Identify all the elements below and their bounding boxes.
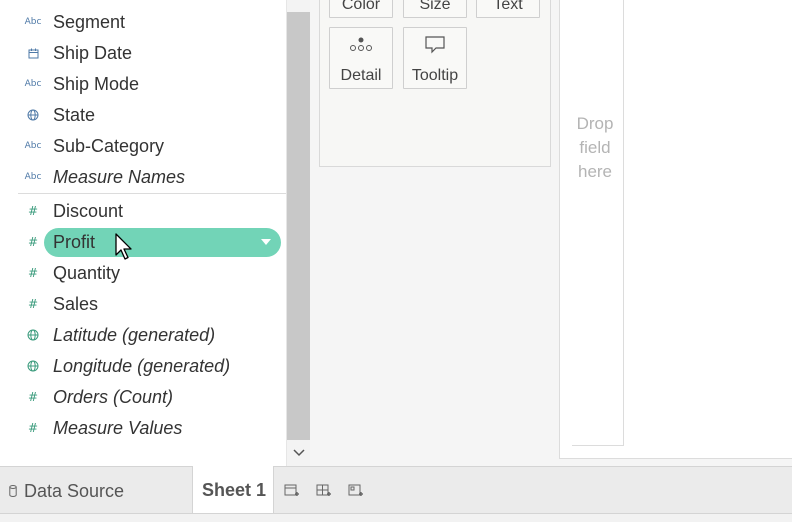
color-button-label: Color: [341, 0, 381, 13]
field-sub-category[interactable]: Abc Sub-Category: [0, 131, 286, 161]
drop-field-hint: Drop field here: [576, 114, 614, 181]
hash-icon: #: [27, 204, 39, 218]
data-pane: Abc Segment Ship Date Abc Ship Mode Stat…: [0, 0, 286, 466]
field-label: Sales: [53, 293, 99, 314]
mouse-pointer-icon: [114, 233, 134, 266]
database-icon: [9, 484, 17, 502]
marks-text-button[interactable]: Text: [476, 0, 540, 18]
field-label: Quantity: [53, 262, 121, 283]
field-label: Measure Names: [53, 166, 186, 187]
hash-icon: #: [27, 390, 39, 404]
globe-icon: [24, 109, 42, 121]
field-latitude[interactable]: Latitude (generated): [0, 320, 286, 350]
marks-size-button[interactable]: Size: [403, 0, 467, 18]
marks-detail-button[interactable]: Detail: [329, 27, 393, 89]
field-label: Ship Mode: [53, 73, 140, 94]
field-label: Profit: [53, 231, 96, 252]
field-label: Segment: [53, 11, 126, 32]
abc-icon: Abc: [24, 141, 42, 151]
marks-shelf-area: Color Size Text Detail Tooltip: [310, 0, 558, 466]
size-button-label: Size: [419, 0, 451, 13]
field-sales[interactable]: # Sales: [0, 289, 286, 319]
field-ship-mode[interactable]: Abc Ship Mode: [0, 69, 286, 99]
field-label: Longitude (generated): [53, 355, 231, 376]
field-label: Latitude (generated): [53, 324, 216, 345]
hash-icon: #: [27, 297, 39, 311]
field-profit[interactable]: # Profit: [0, 227, 286, 257]
marks-card: Color Size Text Detail Tooltip: [319, 0, 551, 167]
field-orders-count[interactable]: # Orders (Count): [0, 382, 286, 412]
marks-tooltip-button[interactable]: Tooltip: [403, 27, 467, 89]
scrollbar-thumb[interactable]: [287, 12, 310, 440]
detail-icon: [330, 36, 392, 52]
abc-icon: Abc: [24, 172, 42, 182]
data-source-label: Data Source: [24, 481, 125, 501]
status-bar: [0, 513, 792, 522]
hash-icon: #: [27, 266, 39, 280]
abc-icon: Abc: [24, 79, 42, 89]
marks-color-button[interactable]: Color: [329, 0, 393, 18]
scroll-down-arrow-icon[interactable]: [287, 442, 310, 464]
text-button-label: Text: [493, 0, 523, 13]
new-dashboard-icon[interactable]: [315, 482, 333, 500]
field-label: Discount: [53, 200, 124, 221]
data-pane-scrollbar[interactable]: [286, 0, 310, 466]
dimensions-measures-divider: [18, 193, 286, 194]
tab-sheet-1[interactable]: Sheet 1: [192, 466, 274, 513]
field-measure-names[interactable]: Abc Measure Names: [0, 162, 286, 192]
sheet-tab-label: Sheet 1: [202, 480, 267, 500]
rows-drop-zone[interactable]: [572, 0, 624, 446]
field-label: Measure Values: [53, 417, 183, 438]
field-state[interactable]: State: [0, 100, 286, 130]
new-story-icon[interactable]: [347, 482, 365, 500]
field-label: Orders (Count): [53, 386, 174, 407]
tooltip-button-label: Tooltip: [411, 67, 459, 84]
field-longitude[interactable]: Longitude (generated): [0, 351, 286, 381]
field-measure-values[interactable]: # Measure Values: [0, 413, 286, 443]
detail-button-label: Detail: [340, 67, 382, 84]
hash-icon: #: [27, 235, 39, 249]
sheet-tab-bar: Data Source Sheet 1: [0, 466, 792, 513]
tooltip-icon: [404, 36, 466, 54]
field-label: Ship Date: [53, 42, 133, 63]
globe-icon: [24, 360, 42, 372]
field-label: State: [53, 104, 96, 125]
field-label: Sub-Category: [53, 135, 165, 156]
field-discount[interactable]: # Discount: [0, 196, 286, 226]
field-segment[interactable]: Abc Segment: [0, 7, 286, 37]
hash-icon: #: [27, 421, 39, 435]
abc-icon: Abc: [24, 17, 42, 27]
field-quantity[interactable]: # Quantity: [0, 258, 286, 288]
tab-data-source[interactable]: Data Source: [0, 467, 192, 513]
field-ship-date[interactable]: Ship Date: [0, 38, 286, 68]
globe-icon: [24, 329, 42, 341]
new-worksheet-icon[interactable]: [283, 482, 301, 500]
calendar-icon: [24, 48, 42, 59]
